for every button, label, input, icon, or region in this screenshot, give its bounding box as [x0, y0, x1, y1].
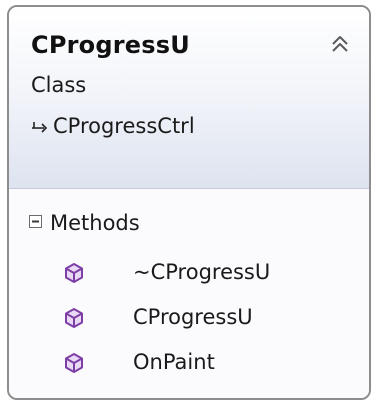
- collapse-minus-icon[interactable]: [29, 214, 42, 228]
- methods-section-header[interactable]: Methods: [29, 211, 140, 235]
- method-item[interactable]: ~CProgressU: [9, 252, 369, 297]
- method-item[interactable]: CProgressU: [9, 297, 369, 342]
- method-cube-icon: [65, 353, 83, 373]
- methods-section-title: Methods: [50, 211, 140, 235]
- method-cube-icon: [65, 263, 83, 283]
- double-chevron-up-icon[interactable]: [329, 33, 351, 55]
- method-label: ~CProgressU: [133, 260, 271, 284]
- class-body: Methods ~CProgressU CProgressU OnPaint: [9, 188, 369, 398]
- class-header: CProgressU Class CProgressCtrl: [9, 7, 369, 188]
- class-stereotype: Class: [31, 73, 87, 97]
- base-class-line: CProgressCtrl: [31, 114, 195, 138]
- class-name: CProgressU: [31, 31, 190, 59]
- inheritance-arrow-icon: [32, 122, 48, 133]
- method-item[interactable]: OnPaint: [9, 342, 369, 387]
- method-label: CProgressU: [133, 305, 253, 329]
- method-label: OnPaint: [133, 350, 215, 374]
- method-list: ~CProgressU CProgressU OnPaint: [9, 252, 369, 387]
- method-cube-icon: [65, 308, 83, 328]
- base-class-name: CProgressCtrl: [53, 114, 195, 138]
- class-shape[interactable]: CProgressU Class CProgressCtrl Methods ~…: [7, 5, 371, 400]
